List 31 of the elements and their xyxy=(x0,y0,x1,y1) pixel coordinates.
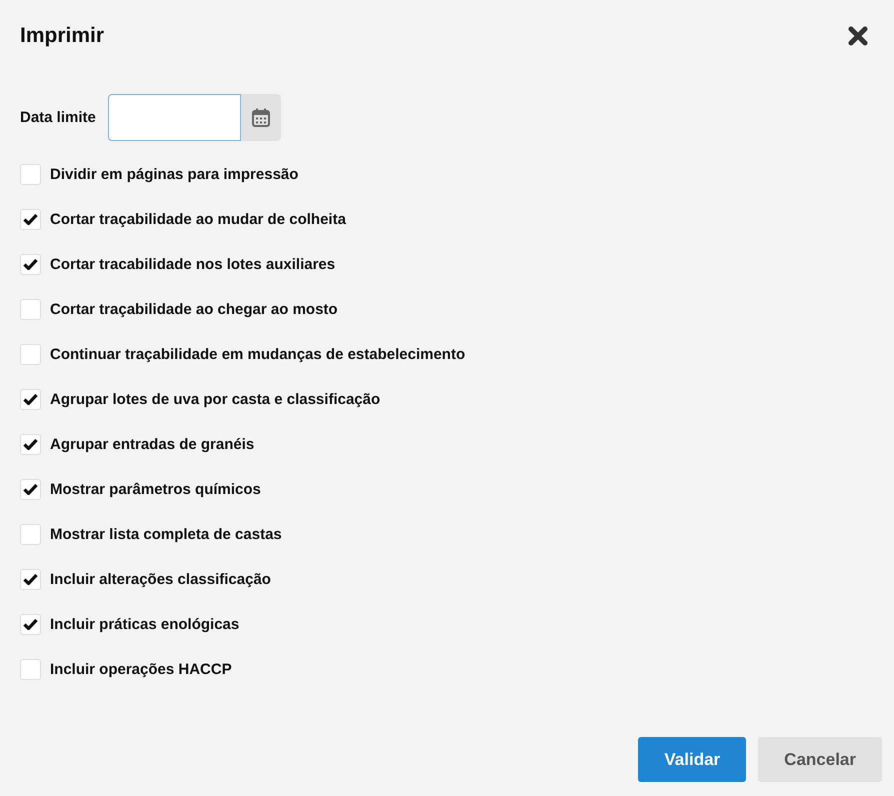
checkbox[interactable] xyxy=(20,254,41,274)
option-label: Dividir em páginas para impressão xyxy=(50,166,298,182)
checkbox[interactable] xyxy=(20,524,41,544)
calendar-icon[interactable] xyxy=(240,94,281,141)
option-label: Agrupar entradas de granéis xyxy=(50,436,254,452)
option-label: Continuar traçabilidade em mudanças de estabelecimento xyxy=(50,346,466,362)
checkbox[interactable] xyxy=(20,614,41,634)
checkbox[interactable] xyxy=(20,344,41,364)
option-label: Cortar tracabilidade nos lotes auxiliares xyxy=(50,256,336,272)
checkbox[interactable] xyxy=(20,568,41,590)
option-label: Incluir operações HACCP xyxy=(50,660,232,678)
close-icon[interactable] xyxy=(848,26,868,46)
option-label: Mostrar lista completa de castas xyxy=(50,526,282,542)
option-label: Cortar traçabilidade ao chegar ao mosto xyxy=(50,300,338,318)
checkbox[interactable] xyxy=(20,164,41,184)
checkbox[interactable] xyxy=(20,658,41,680)
dialog-title: Imprimir xyxy=(20,24,104,48)
checkbox[interactable] xyxy=(20,208,41,230)
option-label: Incluir alterações classificação xyxy=(50,570,271,588)
cancel-button[interactable]: Cancelar xyxy=(758,737,882,782)
date-input[interactable] xyxy=(108,94,241,141)
option-label: Mostrar parâmetros químicos xyxy=(50,480,261,498)
checkbox[interactable] xyxy=(20,434,41,454)
option-label: Agrupar lotes de uva por casta e classificação xyxy=(50,390,380,408)
checkbox[interactable] xyxy=(20,388,41,410)
validate-button[interactable]: Validar xyxy=(638,737,746,782)
date-label: Data limite xyxy=(20,109,96,126)
checkbox[interactable] xyxy=(20,478,41,500)
option-label: Cortar traçabilidade ao mudar de colheita xyxy=(50,210,346,228)
checkbox[interactable] xyxy=(20,298,41,320)
option-label: Incluir práticas enológicas xyxy=(50,616,240,632)
